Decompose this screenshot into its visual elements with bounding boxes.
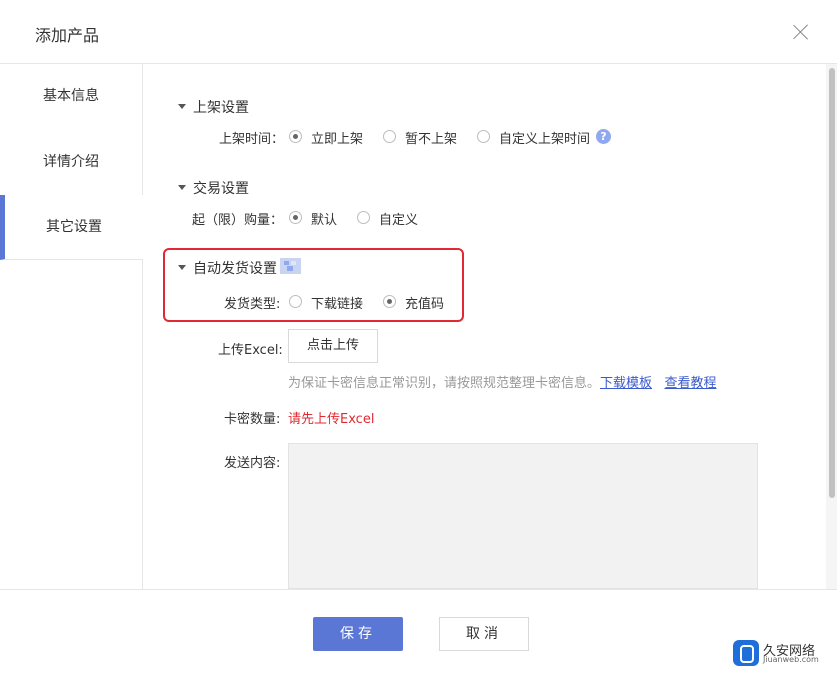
auto-delivery-section-header[interactable]: 自动发货设置 <box>178 258 277 278</box>
shelf-heading: 上架设置 <box>193 100 249 116</box>
delivery-type-label: 发货类型: <box>224 297 281 312</box>
cancel-button[interactable]: 取消 <box>439 617 529 651</box>
upload-hint: 为保证卡密信息正常识别，请按照规范整理卡密信息。下载模板 查看教程 <box>288 372 716 391</box>
radio-recharge-code[interactable] <box>383 295 396 308</box>
watermark-logo-icon <box>733 640 759 666</box>
send-content-textarea[interactable] <box>288 443 758 589</box>
dialog-header: 添加产品 <box>0 0 837 64</box>
watermark: 久安网络 Jiuanweb.com <box>733 640 833 668</box>
sidebar: 基本信息 详情介绍 其它设置 <box>0 64 143 589</box>
add-product-dialog: 添加产品 基本信息 详情介绍 其它设置 上架设置 上架时间： 立即上架 暂不上架… <box>0 0 837 677</box>
trade-section-header[interactable]: 交易设置 <box>178 178 249 198</box>
option-recharge-code[interactable]: 充值码 <box>405 293 444 312</box>
upload-hint-text: 为保证卡密信息正常识别，请按照规范整理卡密信息。 <box>288 376 601 391</box>
radio-not-now[interactable] <box>383 130 396 143</box>
option-download-link[interactable]: 下载链接 <box>311 293 363 312</box>
help-icon[interactable]: ? <box>596 129 611 144</box>
scrollbar-thumb[interactable] <box>829 68 835 498</box>
dialog-title: 添加产品 <box>35 26 100 45</box>
option-custom[interactable]: 自定义 <box>379 209 418 228</box>
close-icon[interactable] <box>791 22 811 42</box>
radio-default[interactable] <box>289 211 302 224</box>
view-tutorial-link[interactable]: 查看教程 <box>664 376 716 391</box>
option-immediate[interactable]: 立即上架 <box>311 128 363 147</box>
shelf-time-label: 上架时间： <box>219 132 285 147</box>
option-default[interactable]: 默认 <box>311 209 337 228</box>
dialog-footer <box>0 589 837 677</box>
card-count-label: 卡密数量: <box>224 412 281 427</box>
radio-immediate[interactable] <box>289 130 302 143</box>
radio-custom-time[interactable] <box>477 130 490 143</box>
auto-heading: 自动发货设置 <box>193 261 277 277</box>
option-custom-time[interactable]: 自定义上架时间 <box>499 128 590 147</box>
caret-down-icon <box>178 264 186 270</box>
badge-icon <box>280 258 301 274</box>
caret-down-icon <box>178 184 186 190</box>
option-not-now[interactable]: 暂不上架 <box>405 128 457 147</box>
upload-excel-label: 上传Excel: <box>218 343 283 358</box>
radio-download-link[interactable] <box>289 295 302 308</box>
watermark-site: Jiuanweb.com <box>763 655 819 664</box>
save-button[interactable]: 保存 <box>313 617 403 651</box>
card-count-value: 请先上传Excel <box>288 412 375 427</box>
upload-button[interactable]: 点击上传 <box>288 329 378 363</box>
radio-custom[interactable] <box>357 211 370 224</box>
shelf-section-header[interactable]: 上架设置 <box>178 97 249 117</box>
sidebar-item-basic-info[interactable]: 基本信息 <box>0 64 142 129</box>
send-content-label: 发送内容: <box>224 456 281 471</box>
download-template-link[interactable]: 下载模板 <box>600 376 652 391</box>
sidebar-item-details[interactable]: 详情介绍 <box>0 130 142 196</box>
trade-heading: 交易设置 <box>193 181 249 197</box>
purchase-limit-label: 起（限）购量： <box>192 213 284 228</box>
caret-down-icon <box>178 103 186 109</box>
sidebar-item-other-settings[interactable]: 其它设置 <box>0 195 143 260</box>
